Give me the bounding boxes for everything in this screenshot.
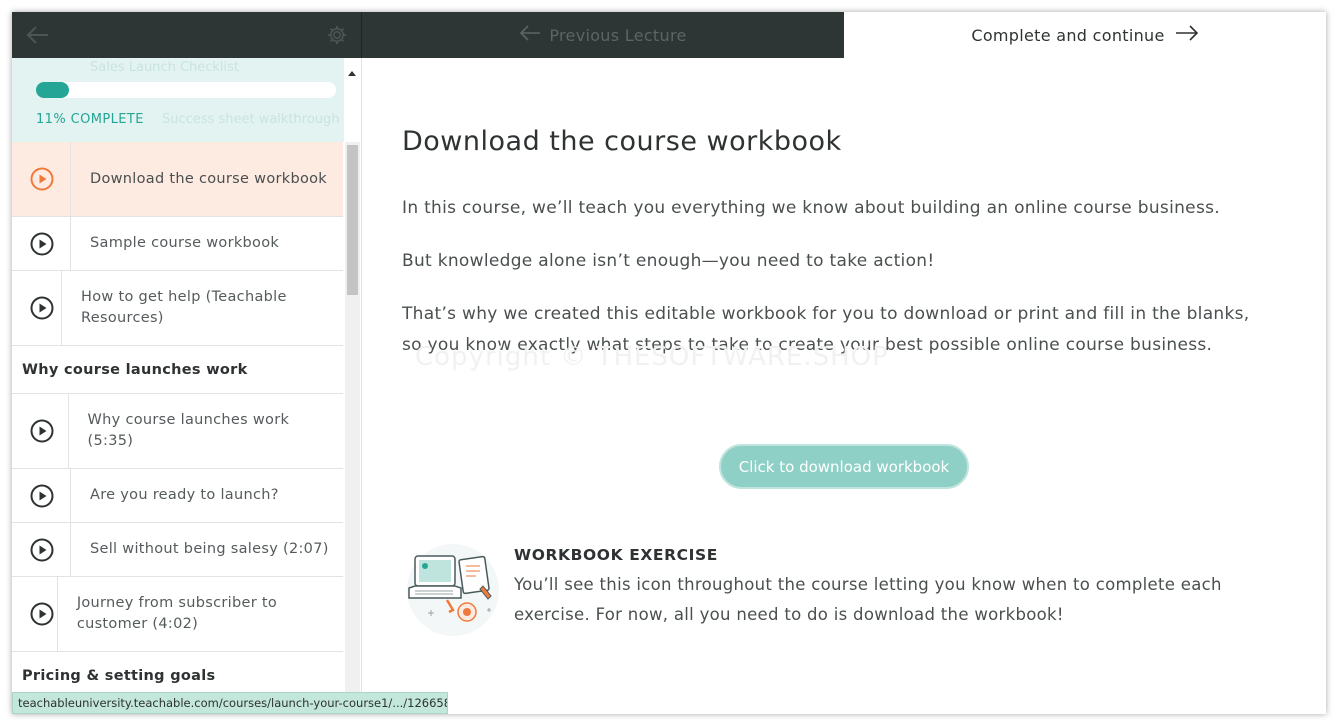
progress-bar: [36, 82, 336, 98]
gear-icon[interactable]: [326, 24, 348, 46]
lecture-icon-cell: [12, 523, 71, 576]
exercise-text: You’ll see this icon throughout the cour…: [514, 575, 1222, 624]
lecture-label: Are you ready to launch?: [90, 487, 279, 503]
top-bar: Previous Lecture Complete and continue: [12, 12, 1326, 58]
lecture-icon-cell: [12, 217, 71, 270]
play-circle-icon: [30, 602, 54, 626]
course-sidebar: Sales Launch Checklist Success sheet wal…: [12, 58, 362, 714]
play-circle-icon: [30, 538, 54, 561]
lecture-icon-cell: [12, 577, 58, 651]
exercise-title: WORKBOOK EXERCISE: [514, 546, 718, 564]
play-circle-icon: [30, 296, 54, 320]
lecture-icon-cell: [12, 394, 69, 468]
paragraph: But knowledge alone isn’t enough—you nee…: [402, 251, 935, 271]
lecture-label: Download the course workbook: [90, 170, 328, 187]
play-circle-icon: [30, 167, 54, 191]
section-heading: Why course launches work: [12, 346, 343, 394]
lecture-label: Sell without being salesy (2:07): [90, 541, 329, 557]
arrow-left-icon: [519, 25, 541, 45]
progress-panel: Sales Launch Checklist Success sheet wal…: [12, 58, 344, 142]
lecture-title: Download the course workbook: [402, 126, 842, 157]
complete-and-continue-label: Complete and continue: [971, 25, 1165, 45]
sidebar-header: [12, 12, 362, 58]
lecture-label: How to get help (Teachable Resources): [81, 289, 287, 326]
complete-and-continue-button[interactable]: Complete and continue: [844, 12, 1326, 58]
lecture-icon-cell: [12, 142, 71, 216]
play-circle-icon: [30, 484, 54, 507]
obscured-lecture-title: Sales Launch Checklist: [90, 60, 240, 75]
lecture-item[interactable]: Journey from subscriber to customer (4:0…: [12, 577, 343, 652]
app-window: Previous Lecture Complete and continue S…: [12, 12, 1326, 714]
lecture-item[interactable]: Sample course workbook: [12, 217, 343, 271]
lecture-content: Download the course workbook In this cou…: [363, 58, 1326, 714]
lecture-item[interactable]: Why course launches work (5:35): [12, 394, 343, 469]
lecture-label: Why course launches work (5:35): [87, 412, 290, 449]
sidebar-scrollbar-thumb[interactable]: [347, 145, 358, 295]
lecture-icon-cell: [12, 271, 63, 345]
lecture-item[interactable]: How to get help (Teachable Resources): [12, 271, 343, 346]
progress-label: 11% COMPLETE: [36, 112, 144, 127]
download-workbook-button[interactable]: Click to download workbook: [719, 444, 969, 489]
previous-lecture-button[interactable]: Previous Lecture: [362, 12, 844, 58]
obscured-lecture-title: Success sheet walkthrough: [162, 112, 340, 127]
arrow-right-icon: [1175, 25, 1199, 45]
workbook-exercise-icon: [401, 538, 505, 642]
lecture-label: Journey from subscriber to customer (4:0…: [76, 595, 278, 632]
lecture-item[interactable]: Are you ready to launch?: [12, 469, 343, 523]
lecture-item[interactable]: Download the course workbook: [12, 142, 343, 217]
play-circle-icon: [30, 232, 54, 255]
watermark: Copyright © THESOFTWARE.SHOP: [415, 342, 889, 372]
previous-lecture-label: Previous Lecture: [549, 25, 687, 45]
lecture-list: Download the course workbook Sample cour…: [12, 142, 343, 700]
lecture-label: Sample course workbook: [90, 235, 280, 251]
lecture-item[interactable]: Sell without being salesy (2:07): [12, 523, 343, 577]
paragraph: In this course, we’ll teach you everythi…: [402, 198, 1220, 218]
back-arrow-icon[interactable]: [26, 24, 50, 46]
scroll-up-arrow-icon[interactable]: [347, 62, 357, 76]
lecture-icon-cell: [12, 469, 71, 522]
play-circle-icon: [30, 419, 54, 443]
progress-bar-fill: [36, 82, 69, 98]
